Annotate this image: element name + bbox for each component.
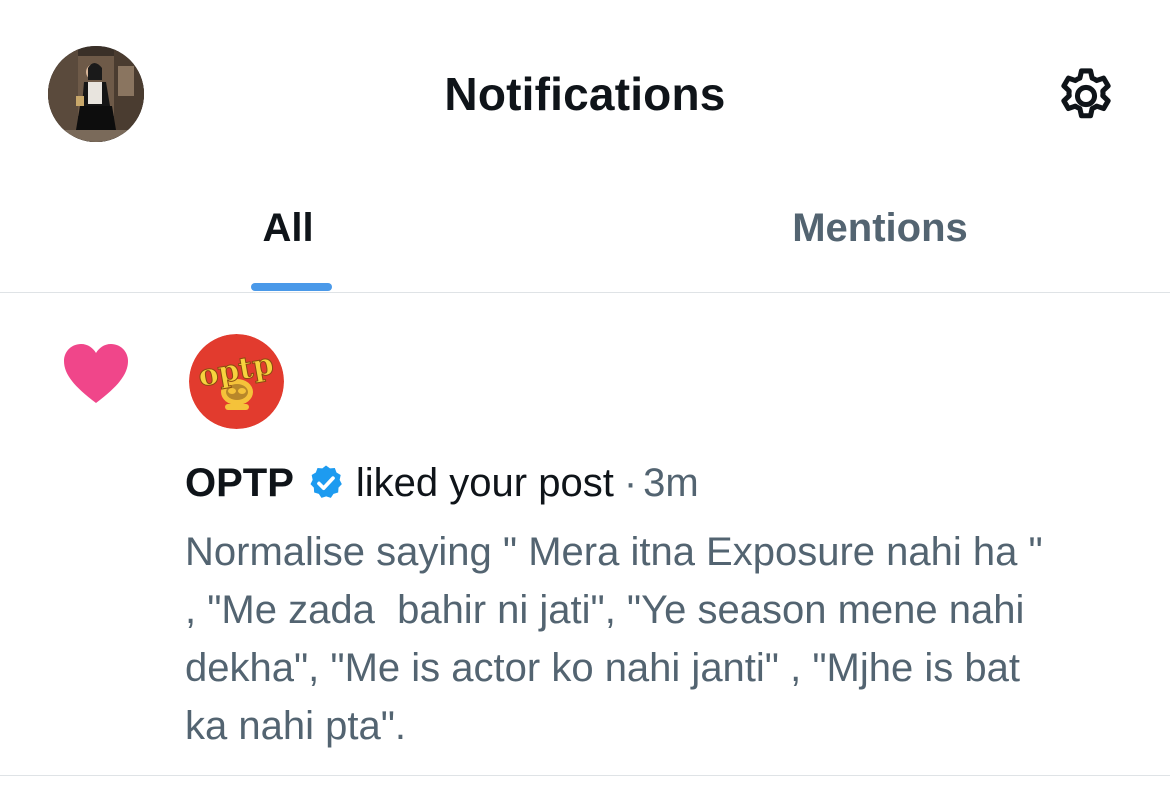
user-name[interactable]: OPTP — [185, 458, 294, 508]
heart-icon — [62, 343, 130, 405]
tab-mentions[interactable]: Mentions — [585, 190, 1170, 292]
tab-all-label: All — [262, 206, 314, 250]
post-preview-text[interactable]: Normalise saying " Mera itna Exposure na… — [185, 523, 1145, 755]
page-title: Notifications — [444, 68, 726, 120]
verified-badge-icon — [306, 463, 346, 503]
tab-all[interactable]: All — [0, 190, 585, 292]
tab-mentions-label: Mentions — [792, 206, 968, 250]
action-text: liked your post — [355, 461, 614, 505]
optp-avatar[interactable]: optp — [189, 334, 284, 429]
optp-logo-icon: optp — [189, 334, 284, 429]
notification-summary: OPTP liked your post · 3m — [185, 458, 699, 508]
active-tab-indicator — [251, 283, 332, 291]
separator-dot: · — [623, 461, 638, 505]
settings-button[interactable] — [1054, 64, 1118, 128]
notification-tabs: All Mentions — [0, 190, 1170, 293]
gear-icon — [1061, 68, 1111, 119]
timestamp: 3m — [643, 461, 699, 505]
notification-item[interactable]: optp OPTP liked your post · 3m Normalise… — [0, 293, 1170, 776]
top-bar: Notifications — [0, 0, 1170, 190]
